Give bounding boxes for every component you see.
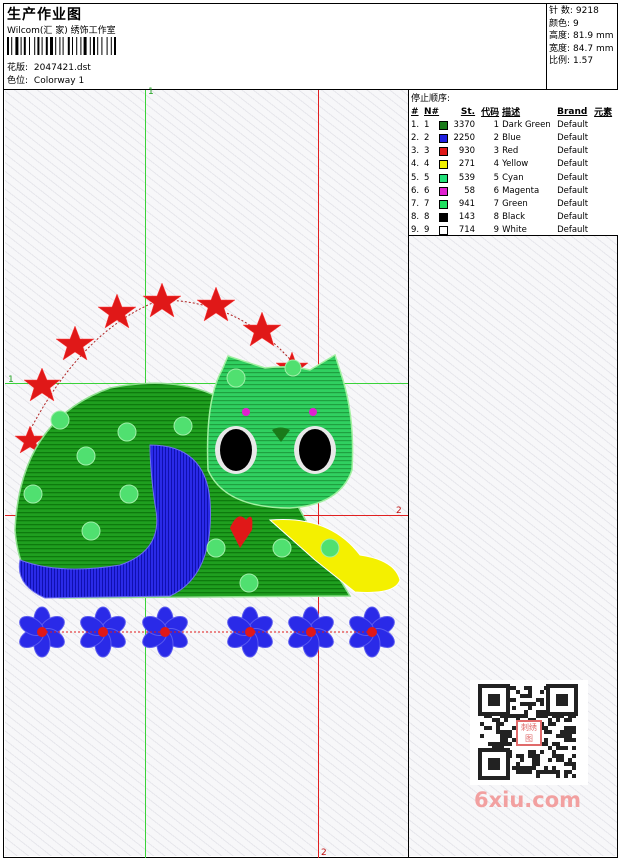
spot-4 [173, 416, 193, 436]
spot-1 [50, 410, 70, 430]
star-2 [23, 367, 61, 402]
star-6 [196, 286, 236, 322]
spot-6 [119, 484, 139, 504]
spot-13 [284, 359, 302, 377]
star-5 [142, 282, 182, 318]
spot-5 [23, 484, 43, 504]
qr-center-logo: 刺绣图 [516, 720, 542, 746]
site-watermark: 6xiu.com [474, 788, 582, 812]
qr-code-icon: 刺绣图 [470, 680, 588, 785]
spot-12 [226, 368, 246, 388]
right-eye-pupil [299, 429, 331, 471]
magenta-dot-right [309, 408, 317, 416]
star-7 [242, 311, 282, 347]
star-4 [97, 293, 137, 329]
spot-7 [81, 521, 101, 541]
spot-3 [76, 446, 96, 466]
star-3 [55, 325, 95, 361]
spot-9 [272, 538, 292, 558]
spot-2 [117, 422, 137, 442]
magenta-dot-left [242, 408, 250, 416]
left-eye-pupil [220, 429, 252, 471]
spot-8 [206, 538, 226, 558]
spot-10 [320, 538, 340, 558]
spot-11 [239, 573, 259, 593]
